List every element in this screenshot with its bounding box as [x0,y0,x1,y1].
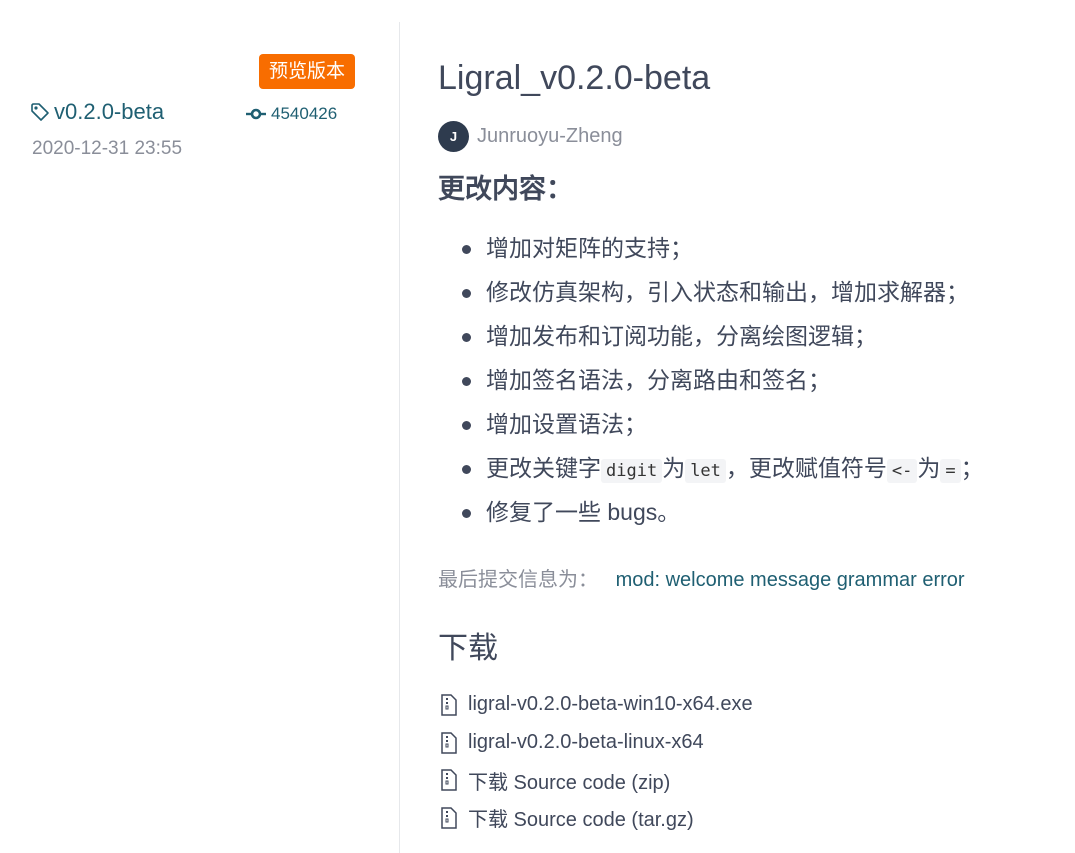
download-item[interactable]: 下载 Source code (zip) [440,761,753,799]
download-item[interactable]: ligral-v0.2.0-beta-linux-x64 [440,724,753,762]
list-item: 更改关键字 digit 为 let ，更改赋值符号 <- 为 =； [438,448,984,492]
file-zip-icon [441,807,457,829]
last-commit: 最后提交信息为： mod: welcome message grammar er… [438,563,965,592]
item-text: ； [960,455,984,481]
download-item[interactable]: ligral-v0.2.0-beta-win10-x64.exe [440,686,753,724]
list-item: 修复了一些 bugs。 [438,492,984,536]
last-commit-link[interactable]: mod: welcome message grammar error [616,569,965,591]
item-text: ，更改赋值符号 [725,455,887,481]
file-zip-icon [441,769,457,791]
list-item: 增加签名语法，分离路由和签名； [438,360,984,404]
download-link[interactable]: 下载 Source code (tar.gz) [468,803,694,832]
author-row[interactable]: J Junruoyu-Zheng [438,121,623,152]
download-link[interactable]: ligral-v0.2.0-beta-win10-x64.exe [468,693,753,716]
list-item: 增加对矩阵的支持； [438,228,984,272]
release-title: Ligral_v0.2.0-beta [438,59,711,97]
downloads-heading: 下载 [438,632,498,665]
last-commit-label: 最后提交信息为： [438,569,598,591]
item-text: 更改关键字 [486,455,601,481]
tag-link[interactable]: v0.2.0-beta [54,99,164,125]
commit-hash[interactable]: 4540426 [271,104,337,124]
list-item: 修改仿真架构，引入状态和输出，增加求解器； [438,272,984,316]
list-item: 增加发布和订阅功能，分离绘图逻辑； [438,316,984,360]
item-text: 为 [662,455,686,481]
changes-heading: 更改内容： [438,174,573,204]
download-link[interactable]: 下载 Source code (zip) [468,766,670,795]
file-zip-icon [441,731,457,754]
file-zip-icon [441,694,457,716]
tag-icon [31,103,49,121]
code-inline: <- [886,459,918,483]
release-sidebar: 预览版本 v0.2.0-beta 4540426 2020-12-31 23:5… [0,0,400,853]
avatar[interactable]: J [438,121,469,152]
list-item: 增加设置语法； [438,404,984,448]
author-name[interactable]: Junruoyu-Zheng [477,125,623,148]
prerelease-badge: 预览版本 [259,54,356,89]
commit-link[interactable]: 4540426 [246,104,337,124]
download-item[interactable]: 下载 Source code (tar.gz) [440,799,753,837]
tag-row: v0.2.0-beta [30,99,164,125]
code-inline: let [685,459,726,483]
divider [399,22,400,853]
code-inline: = [940,459,961,483]
item-text: 为 [917,455,941,481]
release-date: 2020-12-31 23:55 [32,138,183,159]
download-link[interactable]: ligral-v0.2.0-beta-linux-x64 [468,731,704,754]
downloads-list: ligral-v0.2.0-beta-win10-x64.exe ligral-… [440,686,753,837]
commit-icon [246,108,266,120]
code-inline: digit [601,459,663,483]
changes-list: 增加对矩阵的支持； 修改仿真架构，引入状态和输出，增加求解器； 增加发布和订阅功… [438,228,984,536]
